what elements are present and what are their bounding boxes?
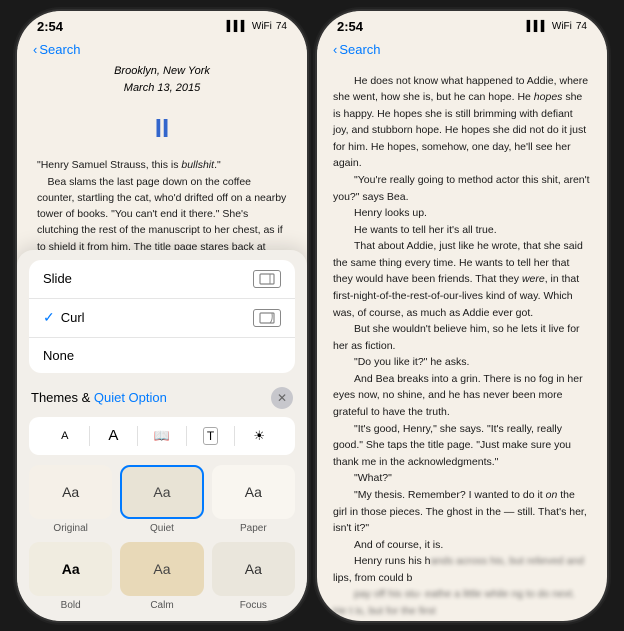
chapter-number: II <box>37 108 287 150</box>
close-button[interactable]: ✕ <box>271 387 293 409</box>
brightness-button[interactable]: ☀ <box>235 424 283 448</box>
curl-page-icon <box>253 309 281 327</box>
wifi-left: WiFi <box>252 21 272 32</box>
theme-label-original: Original <box>53 523 87 534</box>
phones-container: 2:54 ▌▌▌ WiFi 74 ‹ Search Brooklyn, New … <box>17 11 607 621</box>
overlay-panel: Slide ✓ Curl None <box>17 250 307 621</box>
theme-label-quiet: Quiet <box>150 523 174 534</box>
battery-left: 74 <box>276 21 287 32</box>
nav-bar-left: ‹ Search <box>17 38 307 63</box>
time-left: 2:54 <box>37 19 63 34</box>
theme-quiet[interactable]: Aa Quiet <box>120 465 203 534</box>
back-button-left[interactable]: ‹ Search <box>33 42 81 57</box>
status-icons-right: ▌▌▌ WiFi 74 <box>527 21 587 32</box>
signal-left: ▌▌▌ <box>227 21 248 32</box>
theme-label-focus: Focus <box>240 600 267 611</box>
theme-card-focus[interactable]: Aa <box>212 542 295 596</box>
slide-option-slide[interactable]: Slide <box>29 260 295 299</box>
right-phone: 2:54 ▌▌▌ WiFi 74 ‹ Search He does not kn… <box>317 11 607 621</box>
theme-card-bold[interactable]: Aa <box>29 542 112 596</box>
chevron-left-icon: ‹ <box>33 42 37 57</box>
status-bar-left: 2:54 ▌▌▌ WiFi 74 <box>17 11 307 38</box>
theme-card-quiet[interactable]: Aa <box>120 465 203 519</box>
book-content-right: He does not know what happened to Addie,… <box>317 63 607 621</box>
theme-original[interactable]: Aa Original <box>29 465 112 534</box>
checkmark-icon: ✓ <box>43 309 55 326</box>
slide-option-none[interactable]: None <box>29 338 295 373</box>
nav-bar-right: ‹ Search <box>317 38 607 63</box>
left-phone: 2:54 ▌▌▌ WiFi 74 ‹ Search Brooklyn, New … <box>17 11 307 621</box>
back-button-right[interactable]: ‹ Search <box>333 42 381 57</box>
chevron-left-icon-right: ‹ <box>333 42 337 57</box>
font-settings-button[interactable]: T <box>187 423 235 449</box>
theme-label-bold: Bold <box>61 600 81 611</box>
slide-page-icon <box>253 270 281 288</box>
themes-grid: Aa Original Aa Quiet Aa Paper <box>17 459 307 621</box>
status-bar-right: 2:54 ▌▌▌ WiFi 74 <box>317 11 607 38</box>
theme-bold[interactable]: Aa Bold <box>29 542 112 611</box>
themes-title: Themes & Quiet Option <box>31 390 167 405</box>
font-type-button[interactable]: 📖 <box>138 424 186 448</box>
themes-header: Themes & Quiet Option ✕ <box>17 379 307 413</box>
battery-right: 74 <box>576 21 587 32</box>
signal-right: ▌▌▌ <box>527 21 548 32</box>
theme-paper[interactable]: Aa Paper <box>212 465 295 534</box>
theme-calm[interactable]: Aa Calm <box>120 542 203 611</box>
theme-label-calm: Calm <box>150 600 173 611</box>
font-controls: A A 📖 T ☀ <box>29 417 295 455</box>
theme-focus[interactable]: Aa Focus <box>212 542 295 611</box>
slide-option-curl[interactable]: ✓ Curl <box>29 299 295 338</box>
theme-card-calm[interactable]: Aa <box>120 542 203 596</box>
theme-label-paper: Paper <box>240 523 267 534</box>
font-increase-button[interactable]: A <box>90 423 138 448</box>
book-header: Brooklyn, New York March 13, 2015 <box>37 63 287 98</box>
status-icons-left: ▌▌▌ WiFi 74 <box>227 21 287 32</box>
time-right: 2:54 <box>337 19 363 34</box>
theme-card-paper[interactable]: Aa <box>212 465 295 519</box>
theme-card-original[interactable]: Aa <box>29 465 112 519</box>
slide-options-list: Slide ✓ Curl None <box>29 260 295 373</box>
font-decrease-button[interactable]: A <box>41 426 89 446</box>
wifi-right: WiFi <box>552 21 572 32</box>
